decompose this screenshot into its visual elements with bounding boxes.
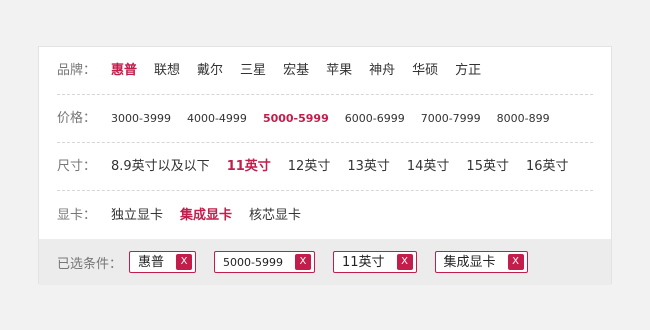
gpu-option[interactable]: 核芯显卡 [249, 209, 301, 222]
price-option[interactable]: 8000-899 [497, 113, 550, 124]
close-icon[interactable]: X [176, 254, 193, 270]
gpu-filter-row: 显卡： 独立显卡 集成显卡 核芯显卡 [57, 191, 593, 239]
brand-option[interactable]: 宏基 [283, 64, 309, 77]
price-filter-label: 价格： [57, 111, 97, 126]
selected-tag[interactable]: 5000-5999 X [214, 251, 315, 273]
size-filter-label: 尺寸： [57, 159, 97, 174]
close-icon[interactable]: X [507, 254, 524, 270]
selected-conditions-bar: 已选条件： 惠普 X 5000-5999 X 11英寸 X 集成显卡 X [39, 239, 611, 285]
selected-tag-text: 5000-5999 [223, 255, 283, 269]
size-options: 8.9英寸以及以下 11英寸 12英寸 13英寸 14英寸 15英寸 16英寸 [111, 160, 586, 173]
selected-tag[interactable]: 11英寸 X [332, 251, 417, 273]
price-filter-row: 价格： 3000-3999 4000-4999 5000-5999 6000-6… [57, 95, 593, 143]
close-icon[interactable]: X [396, 254, 413, 270]
size-option[interactable]: 8.9英寸以及以下 [111, 160, 210, 173]
price-option[interactable]: 4000-4999 [187, 113, 247, 124]
size-option[interactable]: 12英寸 [288, 160, 331, 173]
size-option[interactable]: 11英寸 [227, 160, 271, 173]
gpu-option[interactable]: 独立显卡 [111, 209, 163, 222]
brand-option[interactable]: 神舟 [369, 64, 395, 77]
price-options: 3000-3999 4000-4999 5000-5999 6000-6999 … [111, 113, 566, 124]
brand-option[interactable]: 戴尔 [197, 64, 223, 77]
brand-filter-row: 品牌： 惠普 联想 戴尔 三星 宏基 苹果 神舟 华硕 方正 [57, 47, 593, 95]
brand-filter-label: 品牌： [57, 63, 97, 78]
size-filter-row: 尺寸： 8.9英寸以及以下 11英寸 12英寸 13英寸 14英寸 15英寸 1… [57, 143, 593, 191]
price-option[interactable]: 7000-7999 [421, 113, 481, 124]
price-option[interactable]: 3000-3999 [111, 113, 171, 124]
gpu-option[interactable]: 集成显卡 [180, 209, 232, 222]
brand-option[interactable]: 苹果 [326, 64, 352, 77]
size-option[interactable]: 14英寸 [407, 160, 450, 173]
selected-tags: 惠普 X 5000-5999 X 11英寸 X 集成显卡 X [129, 251, 546, 273]
selected-tag-text: 集成显卡 [443, 254, 496, 270]
size-option[interactable]: 16英寸 [526, 160, 569, 173]
price-option[interactable]: 6000-6999 [345, 113, 405, 124]
brand-option[interactable]: 惠普 [111, 64, 137, 77]
brand-option[interactable]: 方正 [455, 64, 481, 77]
size-option[interactable]: 15英寸 [466, 160, 509, 173]
brand-option[interactable]: 三星 [240, 64, 266, 77]
brand-option[interactable]: 华硕 [412, 64, 438, 77]
size-option[interactable]: 13英寸 [347, 160, 390, 173]
selected-tag-text: 11英寸 [341, 254, 385, 270]
brand-options: 惠普 联想 戴尔 三星 宏基 苹果 神舟 华硕 方正 [111, 64, 498, 77]
filter-panel: 品牌： 惠普 联想 戴尔 三星 宏基 苹果 神舟 华硕 方正 价格： 3000-… [38, 46, 612, 285]
selected-tag-text: 惠普 [138, 254, 165, 270]
gpu-filter-label: 显卡： [57, 207, 97, 223]
close-icon[interactable]: X [294, 254, 311, 270]
gpu-options: 独立显卡 集成显卡 核芯显卡 [111, 209, 318, 222]
selected-conditions-label: 已选条件： [57, 256, 123, 272]
selected-tag[interactable]: 集成显卡 X [434, 251, 528, 273]
price-option[interactable]: 5000-5999 [263, 113, 329, 124]
selected-tag[interactable]: 惠普 X [129, 251, 197, 273]
brand-option[interactable]: 联想 [154, 64, 180, 77]
